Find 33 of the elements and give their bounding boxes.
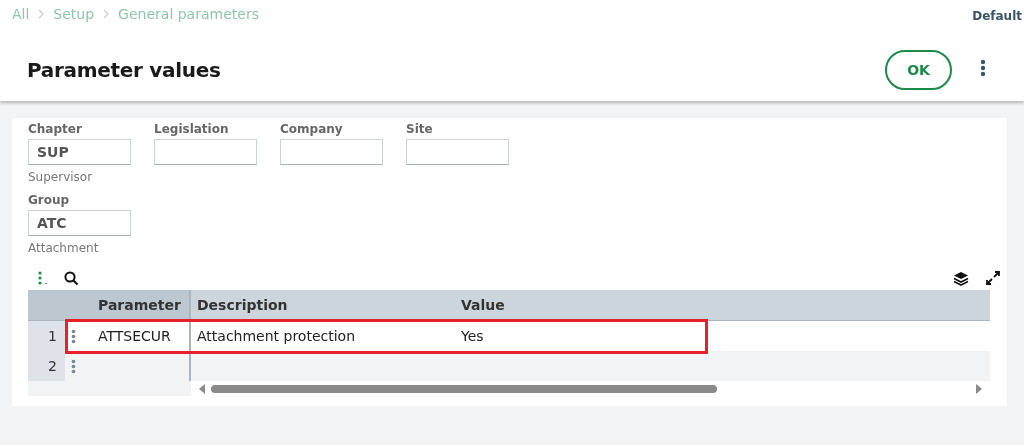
row-menu-icon[interactable] [71,358,76,374]
row-number: 1 [28,321,65,351]
input-field[interactable]: ATC [28,210,131,236]
row-menu-icon[interactable] [71,328,76,344]
scroll-right-icon[interactable] [976,383,982,394]
page-title: Parameter values [27,58,222,82]
search-icon[interactable] [64,270,79,286]
column-header[interactable]: Parameter [92,290,191,321]
column-header [28,290,65,321]
layers-icon[interactable] [953,270,969,286]
ok-button[interactable]: OK [885,50,952,90]
row-number: 2 [28,351,65,381]
expand-icon[interactable] [985,270,1001,286]
user-name[interactable]: Default [972,9,1022,23]
field-label: Group [28,193,71,209]
input-field[interactable]: SUP [28,139,131,165]
chevron-icon [103,9,110,19]
field-hint: Attachment [28,241,100,256]
field-label: Chapter [28,122,83,138]
column-header[interactable]: Value [455,290,990,321]
more-icon[interactable] [980,59,986,77]
column-header[interactable]: Description [191,290,455,321]
scrollbar-thumb[interactable] [211,384,717,393]
chevron-icon [38,9,45,19]
more-icon[interactable] [38,271,48,285]
field-label: Legislation [154,122,230,138]
field-hint: Supervisor [28,170,94,185]
scroll-left-icon[interactable] [199,383,205,394]
input-field[interactable] [406,139,509,165]
input-field[interactable] [280,139,383,165]
field-label: Site [406,122,434,138]
field-label: Company [280,122,344,138]
input-field[interactable] [154,139,257,165]
